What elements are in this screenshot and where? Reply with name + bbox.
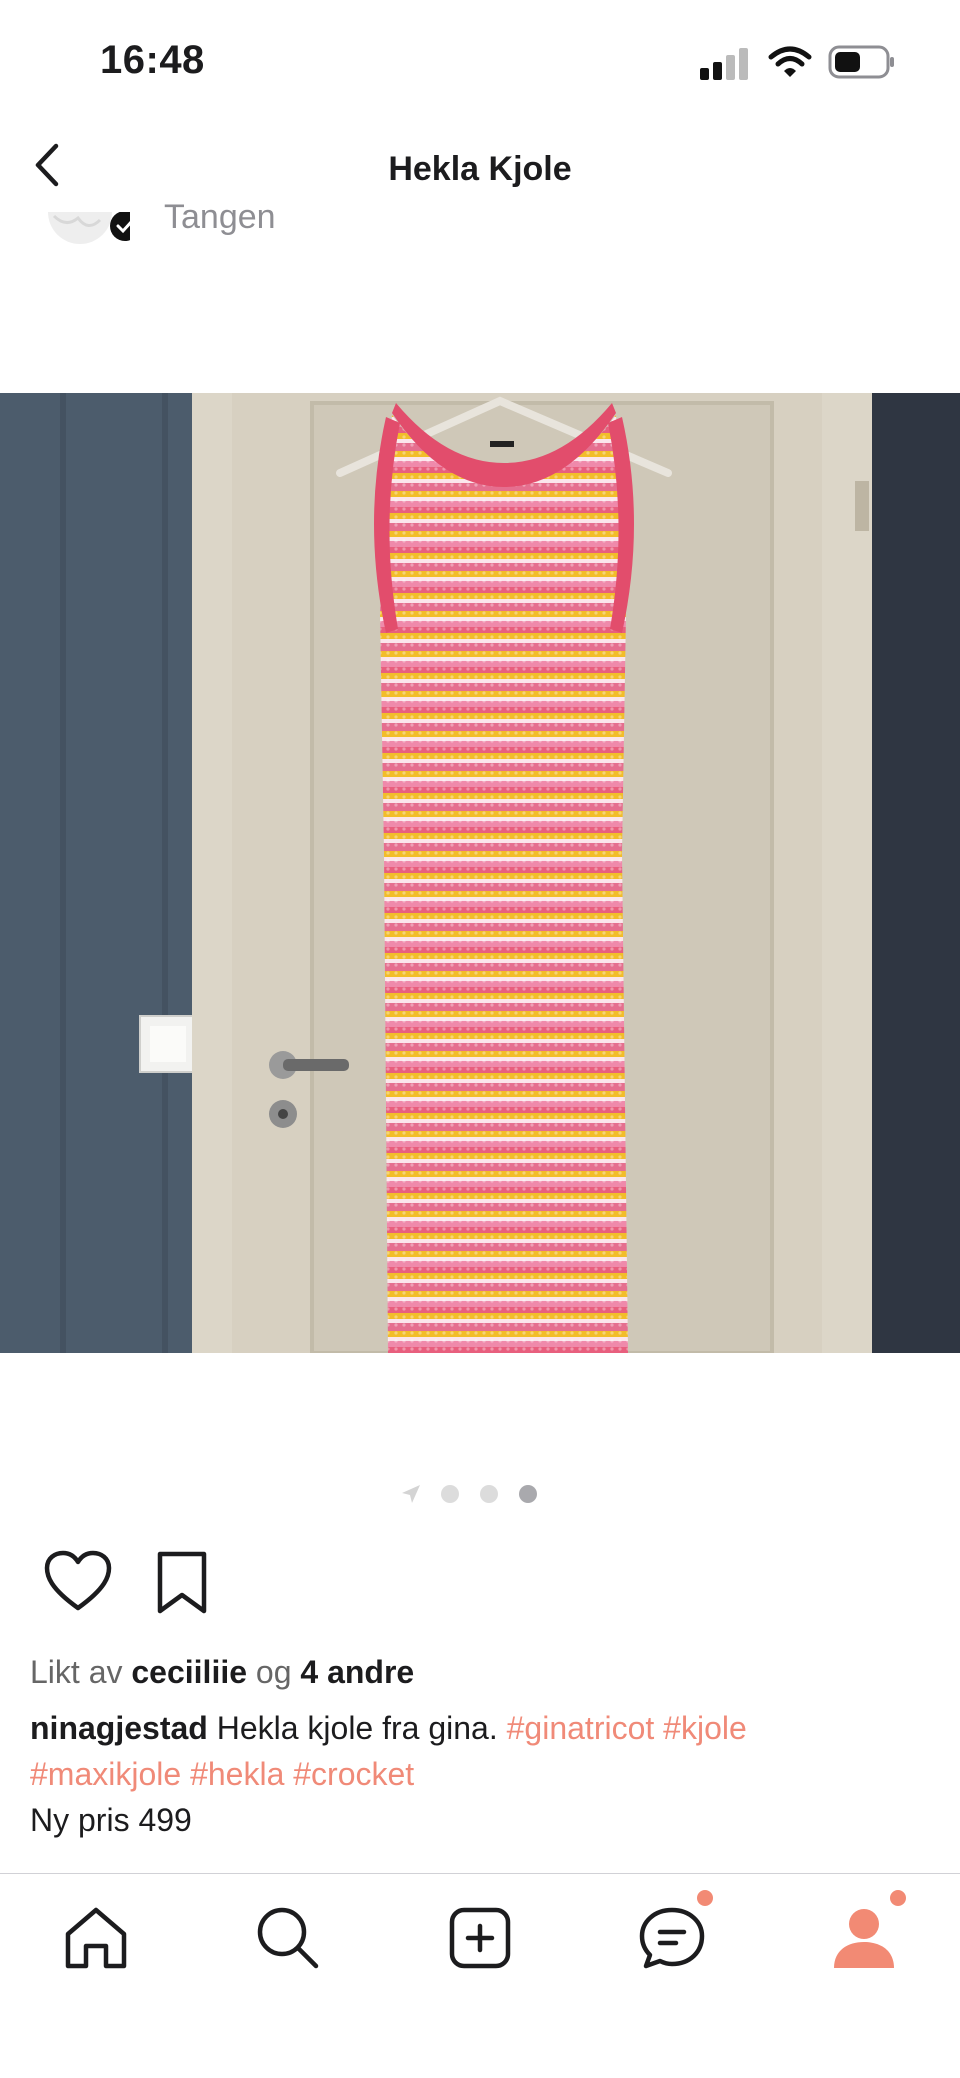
hashtag[interactable]: #hekla (190, 1756, 284, 1792)
status-time: 16:48 (100, 38, 205, 82)
like-button[interactable] (44, 1550, 112, 1614)
tab-bar-divider (0, 1873, 960, 1874)
messages-icon[interactable] (632, 1898, 712, 1978)
hashtag[interactable]: #ginatricot (507, 1710, 655, 1746)
page-title: Hekla Kjole (388, 150, 572, 188)
author-avatar[interactable] (48, 212, 130, 248)
hashtag[interactable]: #maxikjole (30, 1756, 181, 1792)
caption-text: Hekla kjole fra gina. (216, 1710, 498, 1746)
caption-username[interactable]: ninagjestad (30, 1710, 208, 1746)
hashtag[interactable]: #crocket (293, 1756, 414, 1792)
cellular-signal-icon (700, 46, 752, 80)
battery-icon (828, 45, 894, 79)
likes-summary[interactable]: Likt av ceciiliie og 4 andre (30, 1649, 414, 1695)
wifi-icon (768, 46, 812, 77)
bookmark-button[interactable] (152, 1550, 212, 1616)
search-icon[interactable] (248, 1898, 328, 1978)
hashtag[interactable]: #kjole (663, 1710, 747, 1746)
price-text: Ny pris 499 (30, 1802, 192, 1838)
likes-prefix: Likt av (30, 1654, 123, 1690)
home-icon[interactable] (56, 1898, 136, 1978)
messages-badge (697, 1890, 713, 1906)
caption: ninagjestad Hekla kjole fra gina. #ginat… (30, 1705, 930, 1797)
carousel-dot[interactable] (480, 1485, 498, 1503)
add-icon[interactable] (440, 1898, 520, 1978)
likes-joiner: og (255, 1654, 292, 1690)
profile-badge (890, 1890, 906, 1906)
liked-by-user[interactable]: ceciiliie (131, 1654, 247, 1690)
author-name[interactable]: Tangen (164, 198, 276, 238)
product-photo[interactable] (0, 393, 960, 1353)
likes-others[interactable]: 4 andre (300, 1654, 414, 1690)
location-arrow-icon (402, 1485, 420, 1503)
carousel-dot[interactable] (441, 1485, 459, 1503)
profile-icon[interactable] (824, 1898, 904, 1978)
carousel-dot-active[interactable] (519, 1485, 537, 1503)
